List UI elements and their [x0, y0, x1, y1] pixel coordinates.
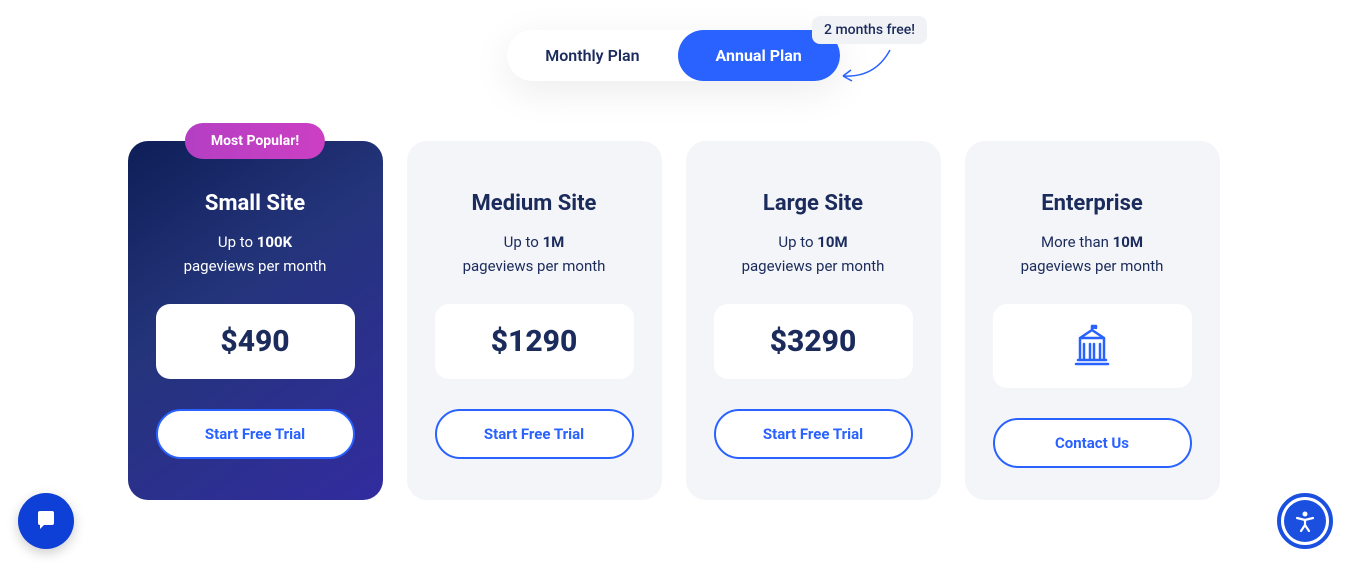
plan-title: Large Site: [714, 191, 913, 216]
plan-title: Medium Site: [435, 191, 634, 216]
plan-title: Enterprise: [993, 191, 1192, 216]
monthly-plan-tab[interactable]: Monthly Plan: [507, 30, 677, 81]
price-box: [993, 304, 1192, 388]
billing-toggle: Monthly Plan Annual Plan: [507, 30, 840, 81]
popular-badge: Most Popular!: [185, 123, 325, 159]
plan-price: $3290: [770, 324, 857, 359]
plan-price: $1290: [491, 324, 578, 359]
plan-card-large-site: Large Site Up to 10Mpageviews per month …: [686, 141, 941, 500]
plan-description: Up to 10Mpageviews per month: [714, 230, 913, 278]
enterprise-building-icon: [1070, 324, 1114, 368]
plan-description: Up to 1Mpageviews per month: [435, 230, 634, 278]
plan-description: Up to 100Kpageviews per month: [156, 230, 355, 278]
promo-arrow-icon: [835, 48, 895, 88]
plan-description: More than 10Mpageviews per month: [993, 230, 1192, 278]
plan-card-medium-site: Medium Site Up to 1Mpageviews per month …: [407, 141, 662, 500]
start-trial-button[interactable]: Start Free Trial: [156, 409, 355, 459]
price-box: $3290: [714, 304, 913, 379]
chat-widget-button[interactable]: [18, 493, 74, 549]
billing-toggle-wrapper: 2 months free! Monthly Plan Annual Plan: [120, 30, 1227, 81]
contact-us-button[interactable]: Contact Us: [993, 418, 1192, 468]
chat-icon: [32, 507, 60, 535]
plan-card-enterprise: Enterprise More than 10Mpageviews per mo…: [965, 141, 1220, 500]
promo-badge: 2 months free!: [812, 16, 927, 44]
plan-card-small-site: Most Popular! Small Site Up to 100Kpagev…: [128, 141, 383, 500]
accessibility-widget-button[interactable]: [1277, 493, 1333, 549]
plan-price: $490: [220, 324, 289, 359]
accessibility-icon: [1292, 508, 1318, 534]
price-box: $490: [156, 304, 355, 379]
plan-title: Small Site: [156, 191, 355, 216]
start-trial-button[interactable]: Start Free Trial: [714, 409, 913, 459]
price-box: $1290: [435, 304, 634, 379]
pricing-cards: Most Popular! Small Site Up to 100Kpagev…: [120, 141, 1227, 500]
start-trial-button[interactable]: Start Free Trial: [435, 409, 634, 459]
